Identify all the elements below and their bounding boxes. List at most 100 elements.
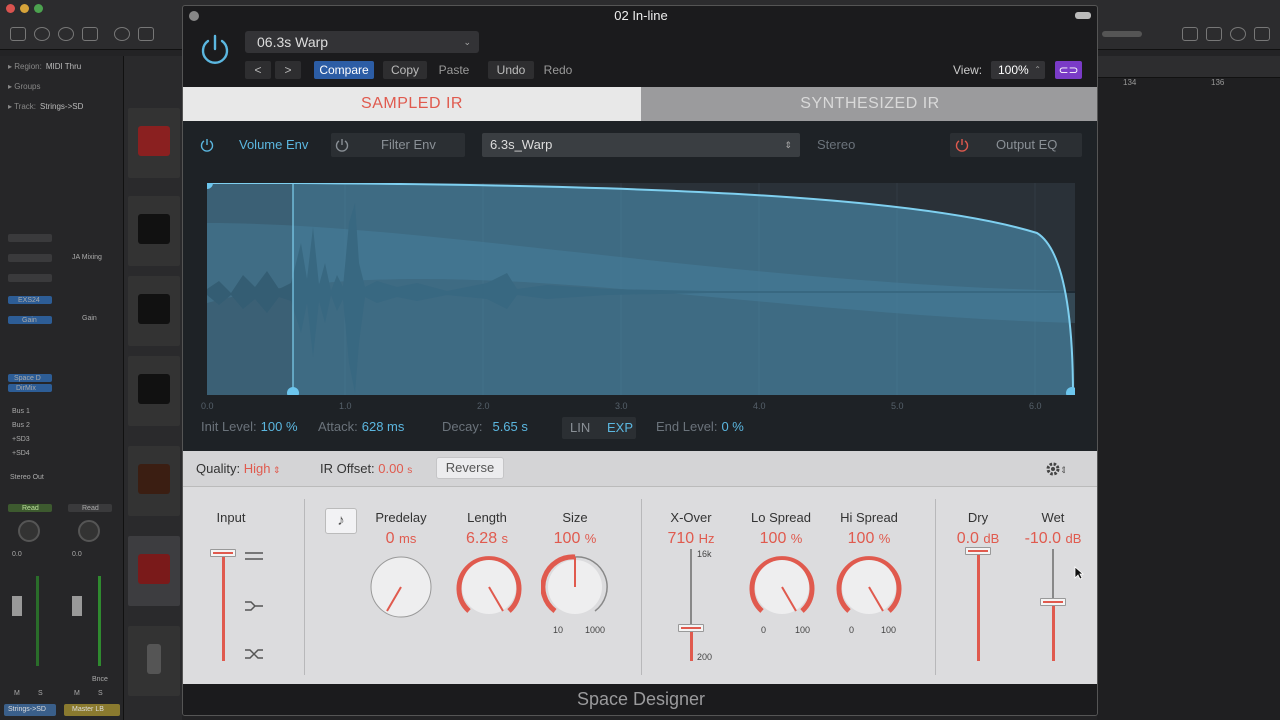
ir-offset-value[interactable]: 0.00 (378, 461, 403, 476)
input-fader-handle[interactable] (210, 549, 236, 557)
pan-knob-2[interactable] (78, 520, 100, 542)
redo-button[interactable]: Redo (537, 61, 579, 79)
organ-thumbnail[interactable] (128, 446, 180, 516)
attack-param[interactable]: Attack: 628 ms (318, 419, 404, 434)
insert-label-2[interactable]: Gain (82, 315, 97, 322)
mono-sum-icon[interactable] (243, 599, 265, 613)
quality-control[interactable]: Quality: High ⇕ (196, 461, 281, 476)
send-bus1-label[interactable]: Bus 1 (12, 408, 30, 415)
undo-button[interactable]: Undo (488, 61, 534, 79)
microphone-thumbnail[interactable] (128, 626, 180, 696)
minimize-dot[interactable] (20, 4, 29, 13)
size-readout[interactable]: 100 % (535, 530, 615, 548)
library-icon[interactable] (10, 27, 26, 41)
quality-value[interactable]: High (244, 461, 271, 476)
notepad-icon[interactable] (1206, 27, 1222, 41)
ch1-slot[interactable] (8, 254, 52, 262)
lo-spread-knob[interactable] (748, 553, 816, 621)
output-eq-power-icon[interactable] (954, 137, 970, 153)
ch1-slot[interactable] (8, 274, 52, 282)
ch1-fader[interactable] (12, 596, 22, 616)
gear-icon[interactable]: ⇕ (1045, 459, 1065, 479)
predelay-readout[interactable]: 0 ms (361, 530, 441, 548)
filter-env-power-icon[interactable] (334, 137, 350, 153)
wet-readout[interactable]: -10.0 dB (1013, 530, 1093, 548)
next-preset-button[interactable]: > (275, 61, 301, 79)
pan-knob[interactable] (18, 520, 40, 542)
copy-button[interactable]: Copy (383, 61, 427, 79)
end-level-value[interactable]: 0 % (721, 419, 743, 434)
mixer-icon[interactable] (138, 27, 154, 41)
send-sd3-label[interactable]: +SD3 (12, 436, 30, 443)
bounce-label[interactable]: Bnce (92, 676, 108, 683)
lin-option[interactable]: LIN (570, 417, 590, 439)
guitar-thumbnail[interactable] (128, 108, 180, 178)
length-knob[interactable] (455, 553, 523, 621)
decay-value[interactable]: 5.65 s (492, 419, 527, 434)
attack-value[interactable]: 628 ms (362, 419, 405, 434)
decay-param[interactable]: Decay: 5.65 s (442, 419, 528, 434)
ch2-mute[interactable]: M (74, 690, 80, 697)
lin-exp-toggle[interactable]: LIN EXP (562, 417, 636, 439)
send-bus2-label[interactable]: Bus 2 (12, 422, 30, 429)
toolbar-icon[interactable] (82, 27, 98, 41)
inspector-region[interactable]: ▸ Region: MIDI Thru (8, 62, 81, 71)
close-dot[interactable] (6, 4, 15, 13)
ir-offset-control[interactable]: IR Offset: 0.00 s (320, 461, 412, 476)
size-knob[interactable] (541, 553, 609, 621)
browser-icon[interactable] (1254, 27, 1270, 41)
list-editor-icon[interactable] (1182, 27, 1198, 41)
predelay-knob[interactable] (369, 555, 433, 619)
xover-readout[interactable]: 710 Hz (651, 530, 731, 548)
exp-option[interactable]: EXP (607, 417, 633, 439)
output-label[interactable]: Stereo Out (10, 474, 44, 481)
search-icon[interactable] (1230, 27, 1246, 41)
xover-fader-handle[interactable] (678, 624, 704, 632)
grand-piano-thumbnail[interactable] (128, 196, 180, 266)
strings-thumbnail[interactable] (128, 536, 180, 606)
wet-fader-handle[interactable] (1040, 598, 1066, 606)
previous-preset-button[interactable]: < (245, 61, 271, 79)
length-readout[interactable]: 6.28 s (447, 530, 527, 548)
ir-envelope-graph[interactable] (207, 183, 1075, 395)
volume-env-tab[interactable]: Volume Env (239, 133, 308, 157)
dry-fader-handle[interactable] (965, 547, 991, 555)
tempo-sync-note-icon[interactable]: ♪ (325, 508, 357, 534)
bypass-power-icon[interactable] (197, 32, 233, 68)
smart-controls-icon[interactable] (114, 27, 130, 41)
filter-env-tab[interactable]: Filter Env (381, 133, 436, 157)
stereo-input-icon[interactable] (243, 549, 265, 563)
ch1-slot[interactable] (8, 234, 52, 242)
volume-env-power-icon[interactable] (199, 137, 215, 153)
upright-piano-thumbnail[interactable] (128, 276, 180, 346)
tab-synthesized-ir[interactable]: SYNTHESIZED IR (641, 87, 1097, 121)
ir-sample-menu[interactable]: 6.3s_Warp ⇕ (482, 133, 800, 157)
preset-menu[interactable]: 06.3s Warp ⌄ (245, 31, 479, 53)
insert-label-1[interactable]: JA Mixing (72, 254, 102, 261)
link-icon[interactable]: ⊂⊃ (1055, 61, 1082, 79)
paste-button[interactable]: Paste (431, 61, 477, 79)
ch2-solo[interactable]: S (98, 690, 103, 697)
cross-input-icon[interactable] (243, 647, 265, 661)
reverse-button[interactable]: Reverse (436, 457, 504, 479)
send-sd4-label[interactable]: +SD4 (12, 450, 30, 457)
tab-sampled-ir[interactable]: SAMPLED IR (183, 87, 641, 121)
host-volume-slider[interactable] (1102, 31, 1142, 37)
hi-spread-knob[interactable] (835, 553, 903, 621)
window-collapse-button[interactable] (1075, 12, 1091, 19)
help-icon[interactable] (58, 27, 74, 41)
end-level-param[interactable]: End Level: 0 % (656, 419, 744, 434)
inspector-track[interactable]: ▸ Track: Strings->SD (8, 102, 83, 111)
dry-readout[interactable]: 0.0 dB (938, 530, 1018, 548)
view-zoom-menu[interactable]: 100% ⌃ (991, 61, 1045, 79)
init-level-param[interactable]: Init Level: 100 % (201, 419, 298, 434)
inspector-groups[interactable]: ▸ Groups (8, 82, 40, 91)
init-level-value[interactable]: 100 % (261, 419, 298, 434)
zoom-dot[interactable] (34, 4, 43, 13)
electric-piano-thumbnail[interactable] (128, 356, 180, 426)
hi-spread-readout[interactable]: 100 % (829, 530, 909, 548)
ch2-fader[interactable] (72, 596, 82, 616)
lo-spread-readout[interactable]: 100 % (741, 530, 821, 548)
stereo-label[interactable]: Stereo (817, 133, 855, 157)
output-eq-label[interactable]: Output EQ (996, 133, 1057, 157)
